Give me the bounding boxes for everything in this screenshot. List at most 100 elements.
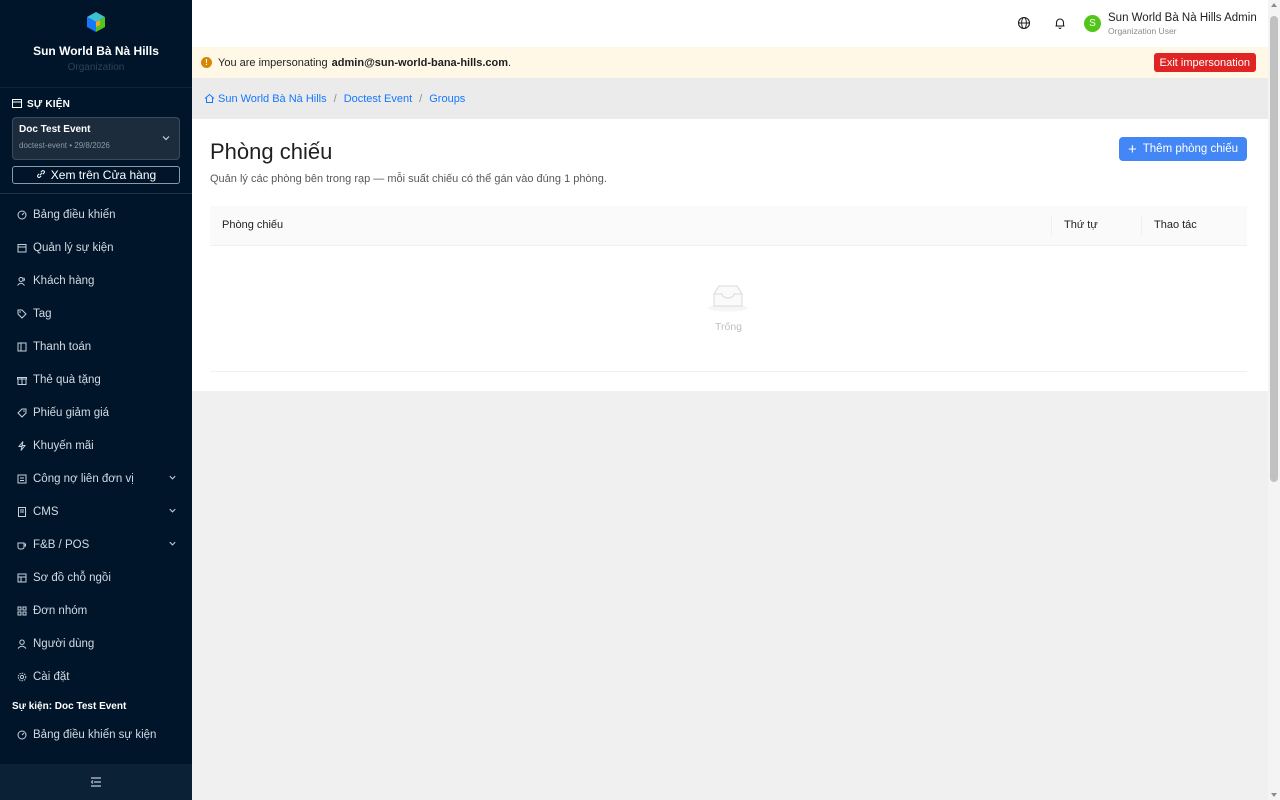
view-store-button[interactable]: Xem trên Cửa hàng <box>12 166 180 184</box>
grid-icon <box>17 606 27 616</box>
sidebar-item-label: Quản lý sự kiện <box>33 241 114 254</box>
scrollbar-thumb[interactable] <box>1270 16 1278 482</box>
home-icon <box>204 93 215 103</box>
bell-icon[interactable] <box>1053 16 1067 30</box>
event-meta: doctest-event • 29/8/2026 <box>19 141 110 150</box>
sidebar-item-tag[interactable]: Tag <box>0 297 192 330</box>
sidebar-item-customers[interactable]: Khách hàng <box>0 264 192 297</box>
chevron-down-icon <box>169 541 176 546</box>
scroll-up-icon[interactable] <box>1271 3 1277 7</box>
impersonation-banner: ! You are impersonating admin@sun-world-… <box>192 47 1268 78</box>
user-role: Organization User <box>1108 26 1177 36</box>
sidebar-item-label: Cài đặt <box>33 670 70 683</box>
bolt-icon <box>17 440 27 451</box>
brand: Sun World Bà Nà Hills Organization <box>0 0 192 88</box>
impersonation-text: You are impersonating <box>218 56 328 69</box>
brand-logo[interactable] <box>84 10 108 34</box>
calendar-icon <box>17 243 27 253</box>
table-empty-state: Trống <box>210 246 1247 372</box>
users-icon <box>17 276 27 286</box>
chevron-down-icon <box>162 136 170 141</box>
sidebar-item-label: Công nợ liên đơn vị <box>33 472 134 485</box>
sidebar-item-coupons[interactable]: Phiếu giảm giá <box>0 396 192 429</box>
sidebar-item-payment[interactable]: Thanh toán <box>0 330 192 363</box>
sidebar-item-label: F&B / POS <box>33 538 90 551</box>
user-name[interactable]: Sun World Bà Nà Hills Admin <box>1108 12 1257 24</box>
page-description: Quản lý các phòng bên trong rạp — mỗi su… <box>210 173 607 185</box>
breadcrumb-groups[interactable]: Groups <box>429 93 465 105</box>
ledger-icon <box>17 474 27 484</box>
document-icon <box>17 506 27 517</box>
sidebar-item-gift-cards[interactable]: Thẻ quà tặng <box>0 363 192 396</box>
column-header-actions: Thao tác <box>1154 219 1197 231</box>
menu-collapse-icon <box>90 777 101 787</box>
sidebar-item-users[interactable]: Người dùng <box>0 627 192 660</box>
sidebar-item-inter-unit-debt[interactable]: Công nợ liên đơn vị <box>0 462 192 495</box>
sidebar-item-label: Khuyến mãi <box>33 439 94 452</box>
rooms-table: Phòng chiếu Thứ tự Thao tác Trống <box>210 206 1247 372</box>
sidebar-item-settings[interactable]: Cài đặt <box>0 660 192 693</box>
event-section-header: SỰ KIỆN <box>0 88 192 117</box>
dashboard-icon <box>17 730 27 740</box>
sidebar-collapse-button[interactable] <box>0 764 192 800</box>
avatar[interactable]: S <box>1084 15 1101 32</box>
plus-icon: + <box>1127 140 1137 158</box>
sidebar-item-label: Phiếu giảm giá <box>33 406 110 419</box>
event-section-title: SỰ KIỆN <box>27 99 71 110</box>
breadcrumb-org[interactable]: Sun World Bà Nà Hills <box>204 93 327 105</box>
coupon-icon <box>17 408 27 418</box>
sidebar-item-label: Tag <box>33 307 52 320</box>
sidebar-item-label: CMS <box>33 505 59 518</box>
gift-icon <box>17 375 27 385</box>
empty-inbox-icon <box>708 285 748 312</box>
breadcrumb-separator: / <box>419 92 423 105</box>
tag-icon <box>17 309 27 319</box>
sidebar-item-label: Khách hàng <box>33 274 95 287</box>
breadcrumb-event[interactable]: Doctest Event <box>344 93 412 105</box>
sidebar-item-promotions[interactable]: Khuyến mãi <box>0 429 192 462</box>
warning-icon: ! <box>201 57 212 68</box>
event-selector[interactable]: Doc Test Event doctest-event • 29/8/2026 <box>12 117 180 160</box>
sidebar: Sun World Bà Nà Hills Organization SỰ KI… <box>0 0 192 800</box>
link-icon <box>36 168 46 182</box>
add-screening-room-button[interactable]: + Thêm phòng chiếu <box>1119 137 1247 161</box>
sidebar-item-group-orders[interactable]: Đơn nhóm <box>0 594 192 627</box>
seat-map-icon <box>17 573 27 583</box>
table-header: Phòng chiếu Thứ tự Thao tác <box>210 206 1247 246</box>
sidebar-item-fnb-pos[interactable]: F&B / POS <box>0 528 192 561</box>
column-divider <box>1051 216 1052 236</box>
column-header-room[interactable]: Phòng chiếu <box>222 219 283 231</box>
sidebar-item-seat-map[interactable]: Sơ đồ chỗ ngồi <box>0 561 192 594</box>
event-name: Doc Test Event <box>19 124 91 135</box>
payment-icon <box>17 342 27 352</box>
sidebar-item-events[interactable]: Quản lý sự kiện <box>0 231 192 264</box>
empty-text: Trống <box>714 321 743 333</box>
add-button-label: Thêm phòng chiếu <box>1142 143 1239 155</box>
page-scrollbar[interactable] <box>1268 0 1280 800</box>
sidebar-menu: Bảng điều khiển Quản lý sự kiện Khách hà… <box>0 194 192 751</box>
view-store-label: Xem trên Cửa hàng <box>50 168 157 182</box>
sidebar-item-label: Thanh toán <box>33 340 92 353</box>
brand-subtitle: Organization <box>67 62 125 73</box>
breadcrumb-separator: / <box>333 92 337 105</box>
globe-icon[interactable] <box>1017 16 1031 30</box>
sidebar-item-label: Người dùng <box>33 637 95 650</box>
breadcrumb: Sun World Bà Nà Hills / Doctest Event / … <box>192 78 1268 119</box>
sidebar-item-label: Đơn nhóm <box>33 604 88 617</box>
scroll-down-icon[interactable] <box>1271 793 1277 797</box>
chevron-down-icon <box>169 508 176 513</box>
user-icon <box>17 639 27 649</box>
calendar-icon <box>12 98 22 111</box>
exit-impersonation-button[interactable]: Exit impersonation <box>1153 53 1256 72</box>
sidebar-item-label: Bảng điều khiển sự kiện <box>33 728 157 741</box>
impersonation-suffix: . <box>508 56 512 69</box>
sidebar-item-label: Thẻ quà tặng <box>33 373 101 386</box>
sidebar-item-event-dashboard[interactable]: Bảng điều khiển sự kiện <box>0 718 192 751</box>
sidebar-item-label: Bảng điều khiển <box>33 208 116 221</box>
settings-icon <box>17 672 27 682</box>
brand-name: Sun World Bà Nà Hills <box>33 44 159 58</box>
sidebar-item-dashboard[interactable]: Bảng điều khiển <box>0 198 192 231</box>
chevron-down-icon <box>169 475 176 480</box>
column-header-order[interactable]: Thứ tự <box>1064 219 1098 231</box>
sidebar-item-cms[interactable]: CMS <box>0 495 192 528</box>
